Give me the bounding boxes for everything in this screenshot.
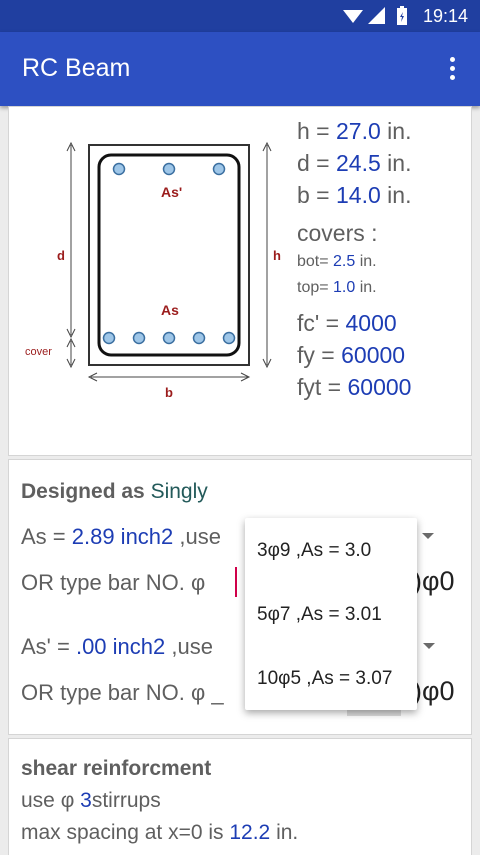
- b-label: b: [165, 385, 173, 400]
- signal-icon: [368, 7, 385, 24]
- as-prime-row: As' = .00 inch2 ,use: [21, 634, 213, 659]
- as-row: As = 2.89 inch2 ,use: [21, 524, 221, 549]
- bar-choice-spinner-2-arrow[interactable]: [423, 643, 435, 649]
- fyt-value-row[interactable]: fyt = 60000: [297, 371, 411, 403]
- app-title: RC Beam: [22, 54, 131, 82]
- clock: 19:14: [422, 6, 468, 26]
- bar-option[interactable]: 5φ7 ,As = 3.01: [257, 604, 382, 626]
- status-bar: 19:14: [0, 0, 480, 32]
- design-heading: Designed as Singly: [21, 480, 208, 503]
- as-label: As: [161, 302, 179, 318]
- shear-card: shear reinforcment use φ 3stirrups max s…: [8, 738, 472, 855]
- bottom-cover-row[interactable]: bot= 2.5 in.: [297, 249, 411, 275]
- app-bar: RC Beam: [0, 32, 480, 106]
- design-mode: Singly: [150, 480, 208, 503]
- bar-choice-1-trail: )φ0: [413, 566, 455, 596]
- bar-choice-spinner-1-arrow[interactable]: [422, 533, 434, 539]
- h-value-row[interactable]: h = 27.0 in.: [297, 115, 411, 147]
- bar-number-input-1[interactable]: [235, 567, 237, 597]
- bar-option[interactable]: 3φ9 ,As = 3.0: [257, 540, 371, 562]
- stirrup-row: use φ 3stirrups: [21, 789, 161, 812]
- battery-icon: [397, 6, 407, 25]
- fc-value-row[interactable]: fc' = 4000: [297, 307, 411, 339]
- bar-choice-2-trail: )φ0: [413, 676, 455, 706]
- bar-number-row-1: OR type bar NO. φ: [21, 570, 206, 595]
- spacing-row: max spacing at x=0 is 12.2 in.: [21, 821, 299, 844]
- top-cover-row[interactable]: top= 1.0 in.: [297, 275, 411, 301]
- bar-option[interactable]: 10φ5 ,As = 3.07: [257, 668, 392, 690]
- b-value-row[interactable]: b = 14.0 in.: [297, 179, 411, 211]
- bar-options-popup: 3φ9 ,As = 3.0 5φ7 ,As = 3.01 10φ5 ,As = …: [245, 518, 417, 710]
- beam-section-card: As' As d h b cover h = 27.0 in. d = 24.5…: [8, 106, 472, 456]
- cover-label: cover: [25, 346, 52, 358]
- wifi-icon: [343, 10, 363, 23]
- d-label: d: [57, 248, 65, 263]
- h-label: h: [273, 248, 281, 263]
- d-value-row[interactable]: d = 24.5 in.: [297, 147, 411, 179]
- covers-heading: covers :: [297, 220, 378, 246]
- shear-heading: shear reinforcment: [21, 757, 212, 780]
- as-prime-label: As': [161, 184, 182, 200]
- section-properties: h = 27.0 in. d = 24.5 in. b = 14.0 in. c…: [297, 115, 411, 403]
- fy-value-row[interactable]: fy = 60000: [297, 339, 411, 371]
- beam-cross-section-diagram: As' As d h b cover: [25, 141, 281, 400]
- bar-number-row-2: OR type bar NO. φ _: [21, 680, 224, 705]
- overflow-menu-icon[interactable]: [446, 54, 458, 84]
